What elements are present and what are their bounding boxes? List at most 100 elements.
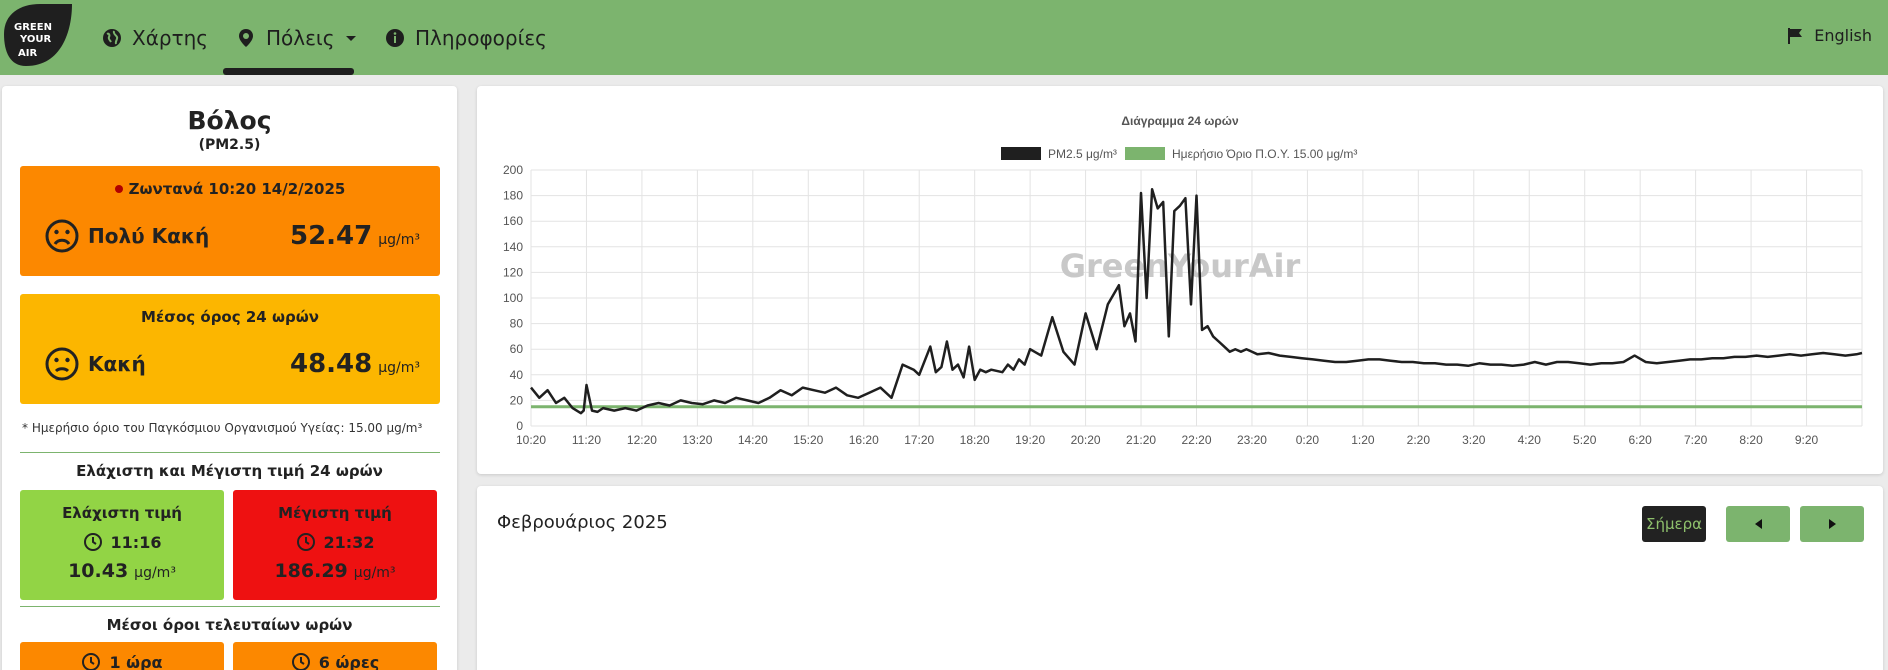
y-tick-label: 200 [503, 163, 523, 177]
city-name: Βόλος [187, 106, 272, 135]
x-tick-label: 17:20 [904, 433, 934, 447]
chart-watermark: GreenYourAir [1060, 247, 1301, 285]
nav-item-info[interactable]: Πληροφορίες [385, 22, 547, 54]
y-tick-label: 0 [516, 419, 523, 433]
nav-item-info-label: Πληροφορίες [415, 26, 547, 50]
x-tick-label: 18:20 [960, 433, 990, 447]
max-time: 21:32 [323, 532, 375, 552]
station-panel: Βόλος (PM2.5) Ζωντανά 10:20 14/2/2025 Πο… [2, 86, 457, 670]
language-switch[interactable]: English [1786, 26, 1872, 45]
minmax-title: Ελάχιστη και Μέγιστη τιμή 24 ωρών [76, 462, 383, 480]
x-tick-label: 13:20 [682, 433, 712, 447]
x-tick-label: 9:20 [1795, 433, 1819, 447]
prev-month-button[interactable] [1726, 506, 1790, 542]
logo-line-3: AIR [18, 48, 37, 59]
y-tick-label: 140 [503, 240, 523, 254]
x-tick-label: 1:20 [1351, 433, 1375, 447]
min-value: 10.43 [68, 560, 129, 582]
min-time: 11:16 [110, 532, 162, 552]
x-tick-label: 15:20 [793, 433, 823, 447]
x-tick-label: 5:20 [1573, 433, 1597, 447]
who-limit-note: * Ημερήσιο όριο του Παγκόσμιου Οργανισμο… [22, 421, 423, 435]
nav-item-map-label: Χάρτης [132, 26, 209, 50]
next-month-button[interactable] [1800, 506, 1864, 542]
live-title: Ζωντανά 10:20 14/2/2025 [128, 180, 346, 198]
pm25-24h-chart: Διάγραμμα 24 ωρών PM2.5 μg/m³ Ημερήσιο Ό… [503, 114, 1863, 447]
x-tick-label: 12:20 [627, 433, 657, 447]
logo-line-1: GREEN [14, 22, 52, 33]
avg24-card: Μέσος όρος 24 ωρών Κακή 48.48 μg/m³ [20, 294, 440, 404]
x-tick-label: 16:20 [849, 433, 879, 447]
clock-icon [291, 653, 310, 670]
map-marker-icon [239, 29, 253, 47]
y-tick-label: 100 [503, 291, 523, 305]
divider [20, 606, 440, 607]
x-tick-label: 23:20 [1237, 433, 1267, 447]
flag-icon [1788, 27, 1803, 44]
x-axis-ticks: 10:20 11:20 12:20 13:20 14:20 15:20 16:20 17:20… [516, 433, 1819, 447]
avg24-unit: μg/m³ [378, 360, 420, 376]
chart-legend: PM2.5 μg/m³ Ημερήσιο Όριο Π.Ο.Υ. 15.00 μ… [1001, 147, 1357, 161]
avg24-status: Κακή [88, 352, 146, 376]
max-unit: μg/m³ [353, 565, 396, 581]
min-label: Ελάχιστη τιμή [62, 504, 182, 522]
x-tick-label: 6:20 [1628, 433, 1652, 447]
min-value-card: Ελάχιστη τιμή 11:16 10.43 μg/m³ [20, 490, 224, 600]
y-tick-label: 40 [510, 368, 524, 382]
recent-avg-6h-card: 6 ώρες [233, 642, 437, 670]
calendar-panel: Φεβρουάριος 2025 Σήμερα [477, 486, 1883, 670]
calendar-month-title: Φεβρουάριος 2025 [497, 512, 668, 533]
logo[interactable]: GREEN YOUR AIR [0, 0, 72, 70]
live-unit: μg/m³ [378, 232, 420, 248]
active-nav-indicator [223, 68, 354, 75]
nav-item-map[interactable]: Χάρτης [102, 22, 208, 54]
legend-swatch-pm25 [1001, 147, 1041, 160]
avg24-value: 48.48 [289, 349, 373, 379]
chart-panel: Διάγραμμα 24 ωρών PM2.5 μg/m³ Ημερήσιο Ό… [477, 86, 1883, 474]
chart-title: Διάγραμμα 24 ωρών [1121, 114, 1239, 128]
clock-icon [296, 533, 315, 551]
logo-line-2: YOUR [19, 34, 52, 45]
y-axis-ticks: 0 20 40 60 80 100 120 140 160 180 200 [503, 163, 523, 433]
x-tick-label: 10:20 [516, 433, 546, 447]
clock-icon [82, 653, 101, 670]
sad-face-icon [45, 347, 79, 381]
nav-item-cities[interactable]: Πόλεις [236, 22, 357, 54]
x-tick-label: 2:20 [1407, 433, 1431, 447]
recent-avg-1h-card: 1 ώρα [20, 642, 224, 670]
legend-item-who-limit[interactable]: Ημερήσιο Όριο Π.Ο.Υ. 15.00 μg/m³ [1125, 147, 1357, 161]
live-dot-icon [114, 185, 123, 193]
globe-icon [103, 29, 121, 47]
min-unit: μg/m³ [134, 565, 176, 581]
y-tick-label: 20 [510, 393, 524, 407]
avg24-title: Μέσος όρος 24 ωρών [141, 308, 319, 326]
max-label: Μέγιστη τιμή [278, 504, 392, 522]
live-reading-card: Ζωντανά 10:20 14/2/2025 Πολύ Κακή 52.47 … [20, 166, 440, 276]
x-tick-label: 21:20 [1126, 433, 1156, 447]
max-value-card: Μέγιστη τιμή 21:32 186.29 μg/m³ [233, 490, 437, 600]
divider [20, 452, 440, 453]
very-sad-face-icon [45, 219, 79, 253]
y-tick-label: 160 [503, 214, 523, 228]
x-tick-label: 19:20 [1015, 433, 1045, 447]
x-tick-label: 22:20 [1181, 433, 1211, 447]
live-status: Πολύ Κακή [88, 224, 210, 248]
legend-label-pm25: PM2.5 μg/m³ [1048, 147, 1117, 161]
y-tick-label: 180 [503, 189, 523, 203]
legend-swatch-who-limit [1125, 147, 1165, 160]
legend-item-pm25[interactable]: PM2.5 μg/m³ [1001, 147, 1117, 161]
x-tick-label: 11:20 [572, 433, 601, 447]
info-circle-icon [386, 29, 404, 47]
chevron-right-icon [1828, 519, 1836, 529]
x-tick-label: 7:20 [1684, 433, 1708, 447]
recent-avg-6h-label: 6 ώρες [318, 652, 380, 670]
chevron-left-icon [1754, 519, 1762, 529]
y-tick-label: 80 [510, 317, 524, 331]
pollutant-label: (PM2.5) [198, 137, 261, 153]
clock-icon [83, 533, 102, 551]
today-button[interactable]: Σήμερα [1642, 506, 1706, 542]
legend-label-who-limit: Ημερήσιο Όριο Π.Ο.Υ. 15.00 μg/m³ [1172, 147, 1357, 161]
recent-averages-title: Μέσοι όροι τελευταίων ωρών [106, 616, 353, 634]
y-tick-label: 60 [510, 342, 524, 356]
y-tick-label: 120 [503, 265, 523, 279]
